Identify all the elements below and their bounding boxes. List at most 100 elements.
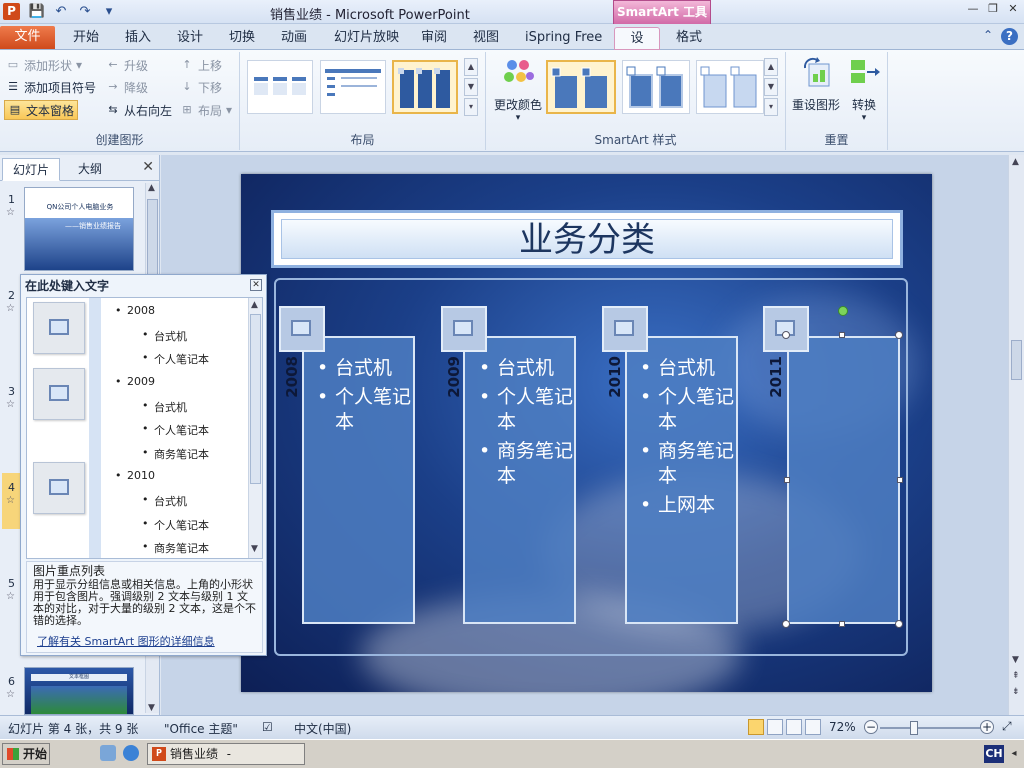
style-gallery-item-1-selected[interactable] [546, 60, 616, 114]
scroll-down-icon[interactable]: ▼ [148, 703, 155, 713]
tab-view[interactable]: 视图 [463, 27, 509, 50]
text-pane-line[interactable]: 个人笔记本 [142, 517, 209, 533]
ime-options-icon[interactable]: ◂ [1007, 745, 1021, 763]
start-button[interactable]: 开始 [2, 743, 50, 765]
text-pane-line[interactable]: 台式机 [142, 328, 187, 344]
picture-placeholder-2011[interactable] [763, 306, 809, 352]
fit-to-window-icon[interactable]: ⤢ [1002, 719, 1012, 734]
tab-smartart-format[interactable]: 格式 [666, 27, 712, 50]
layout-gallery-item-1[interactable] [247, 60, 313, 114]
previous-slide-icon[interactable]: ⇞ [1012, 671, 1020, 681]
tab-animations[interactable]: 动画 [271, 27, 317, 50]
slideshow-view-icon[interactable] [805, 719, 821, 735]
layout-gallery-up-icon[interactable]: ▲ [464, 58, 478, 76]
smartart-column-2011-selected[interactable] [787, 336, 900, 624]
slide-sorter-view-icon[interactable] [767, 719, 783, 735]
normal-view-icon[interactable] [748, 719, 764, 735]
resize-handle[interactable] [839, 332, 845, 338]
spell-check-icon[interactable]: ☑ [262, 720, 273, 734]
close-icon[interactable]: ✕ [1006, 2, 1020, 16]
text-pane-line[interactable]: 商务笔记本 [142, 540, 209, 556]
resize-handle[interactable] [782, 331, 790, 339]
text-pane-line[interactable]: 2008 [115, 304, 155, 317]
tab-review[interactable]: 审阅 [411, 27, 457, 50]
browser-icon[interactable] [123, 745, 139, 761]
scroll-up-icon[interactable]: ▲ [148, 183, 155, 193]
reset-graphic-button[interactable]: 重设图形 [790, 56, 842, 113]
current-slide[interactable]: 业务分类 2008 台式机 个人笔记本 2009 台式机 个人笔记本 商务笔记本… [241, 174, 932, 692]
picture-placeholder-thumb[interactable] [33, 462, 85, 514]
save-icon[interactable]: 💾 [28, 3, 46, 20]
add-bullet-button[interactable]: ☰ 添加项目符号 [6, 77, 96, 97]
reading-view-icon[interactable] [786, 719, 802, 735]
layout-gallery-item-3-selected[interactable] [392, 60, 458, 114]
picture-placeholder-2008[interactable] [279, 306, 325, 352]
zoom-in-icon[interactable]: + [980, 720, 994, 734]
resize-handle[interactable] [895, 331, 903, 339]
tab-design[interactable]: 设计 [167, 27, 213, 50]
tab-insert[interactable]: 插入 [115, 27, 161, 50]
layout-button[interactable]: ⊞ 布局 ▾ [180, 100, 232, 120]
resize-handle[interactable] [782, 620, 790, 628]
change-colors-button[interactable]: 更改颜色 ▾ [490, 56, 546, 123]
style-gallery-more-icon[interactable]: ▾ [764, 98, 778, 116]
resize-handle[interactable] [839, 621, 845, 627]
language-indicator[interactable]: 中文(中国) [294, 720, 351, 737]
text-pane-line[interactable]: 台式机 [142, 399, 187, 415]
right-to-left-button[interactable]: ⇆ 从右向左 [106, 100, 172, 120]
picture-placeholder-2009[interactable] [441, 306, 487, 352]
help-icon[interactable]: ? [1001, 28, 1018, 45]
slide-thumbnail-6[interactable]: 文本框图 [24, 667, 134, 715]
layout-gallery-item-2[interactable] [320, 60, 386, 114]
demote-button[interactable]: → 降级 [106, 77, 148, 97]
text-pane-line[interactable]: 个人笔记本 [142, 422, 209, 438]
scroll-down-icon[interactable]: ▼ [1012, 655, 1019, 665]
promote-button[interactable]: ← 升级 [106, 55, 148, 75]
text-pane-line[interactable]: 商务笔记本 [142, 446, 209, 462]
restore-icon[interactable]: ❐ [986, 2, 1000, 16]
learn-more-link[interactable]: 了解有关 SmartArt 图形的详细信息 [37, 636, 215, 648]
customize-qat-icon[interactable]: ▾ [100, 3, 118, 20]
next-slide-icon[interactable]: ⇟ [1012, 687, 1020, 697]
tab-outline[interactable]: 大纲 [68, 158, 112, 181]
scroll-up-icon[interactable]: ▲ [251, 300, 258, 310]
scroll-down-icon[interactable]: ▼ [251, 544, 258, 554]
move-down-button[interactable]: ↓ 下移 [180, 77, 222, 97]
resize-handle[interactable] [897, 477, 903, 483]
tab-slides[interactable]: 幻灯片 [2, 158, 61, 181]
zoom-slider[interactable] [880, 727, 980, 729]
tab-transitions[interactable]: 切换 [219, 27, 265, 50]
scroll-thumb[interactable] [1011, 340, 1022, 380]
minimize-icon[interactable]: — [966, 2, 980, 16]
tab-file[interactable]: 文件 [0, 26, 55, 49]
picture-placeholder-thumb[interactable] [33, 368, 85, 420]
text-pane-button[interactable]: ▤ 文本窗格 [4, 100, 79, 120]
zoom-slider-thumb[interactable] [910, 721, 918, 735]
zoom-out-icon[interactable]: − [864, 720, 878, 734]
slide-thumbnail-1[interactable]: QN公司个人电脑业务 ——销售业绩报告 [24, 187, 134, 271]
move-up-button[interactable]: ↑ 上移 [180, 55, 222, 75]
editing-area-scrollbar[interactable]: ▲ ▼ ⇞ ⇟ [1008, 155, 1024, 715]
scroll-thumb[interactable] [250, 314, 261, 484]
convert-button[interactable]: 转换 ▾ [844, 56, 884, 123]
quick-launch-icon[interactable] [100, 745, 116, 761]
text-pane-scrollbar[interactable]: ▲ ▼ [248, 298, 262, 558]
layout-gallery-more-icon[interactable]: ▾ [464, 98, 478, 116]
resize-handle[interactable] [784, 477, 790, 483]
style-gallery-down-icon[interactable]: ▼ [764, 78, 778, 96]
tab-ispring[interactable]: iSpring Free [515, 27, 612, 50]
zoom-level[interactable]: 72% [829, 720, 856, 734]
tab-slideshow[interactable]: 幻灯片放映 [324, 27, 409, 50]
ime-indicator[interactable]: CH [984, 745, 1004, 763]
style-gallery-item-2[interactable] [622, 60, 690, 114]
scroll-up-icon[interactable]: ▲ [1012, 157, 1019, 167]
slide-title-box[interactable]: 业务分类 [271, 210, 903, 268]
text-pane-line[interactable]: 台式机 [142, 493, 187, 509]
tab-smartart-design[interactable]: 设计 [614, 27, 660, 68]
powerpoint-app-icon[interactable]: P [3, 3, 20, 20]
close-icon[interactable]: ✕ [250, 279, 262, 291]
rotation-handle[interactable] [838, 306, 848, 316]
style-gallery-up-icon[interactable]: ▲ [764, 58, 778, 76]
tab-home[interactable]: 开始 [63, 27, 109, 50]
picture-placeholder-2010[interactable] [602, 306, 648, 352]
